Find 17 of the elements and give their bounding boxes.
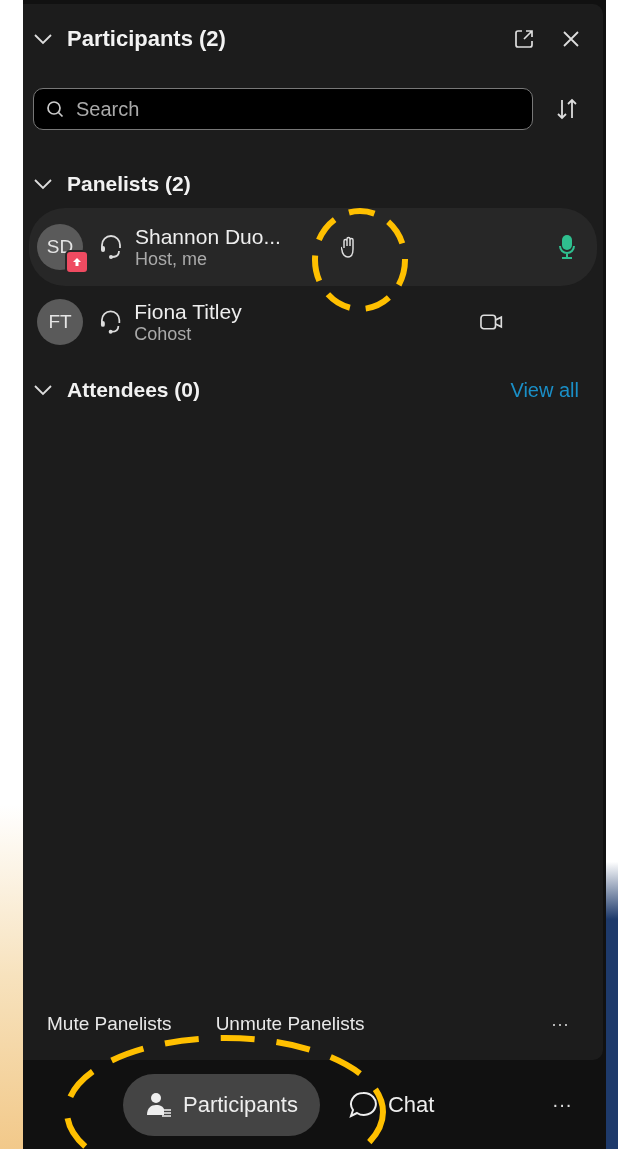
- footer-tab[interactable]: Chat: [325, 1073, 457, 1136]
- more-button[interactable]: ···: [541, 1013, 579, 1035]
- more-button[interactable]: ···: [546, 1092, 578, 1117]
- participant-name: Shannon Duo...: [135, 224, 282, 249]
- search-field[interactable]: Search: [33, 88, 533, 130]
- participant-role: Host, me: [135, 248, 209, 270]
- avatar: FT: [37, 299, 83, 345]
- group-title: Attendees (0): [67, 378, 202, 402]
- group-title: Panelists (2): [67, 172, 192, 196]
- view-all-link[interactable]: View all: [510, 378, 593, 402]
- participant-role: Cohost: [134, 323, 193, 345]
- action-button[interactable]: Unmute Panelists: [215, 1013, 365, 1035]
- action-button[interactable]: Mute Panelists: [47, 1013, 172, 1035]
- panel-title: Participants (2): [67, 26, 227, 52]
- participant-row[interactable]: FT Fiona Titley Cohost: [29, 286, 597, 358]
- participant-name: Fiona Titley: [134, 299, 243, 324]
- footer-tab[interactable]: Participants: [123, 1073, 320, 1136]
